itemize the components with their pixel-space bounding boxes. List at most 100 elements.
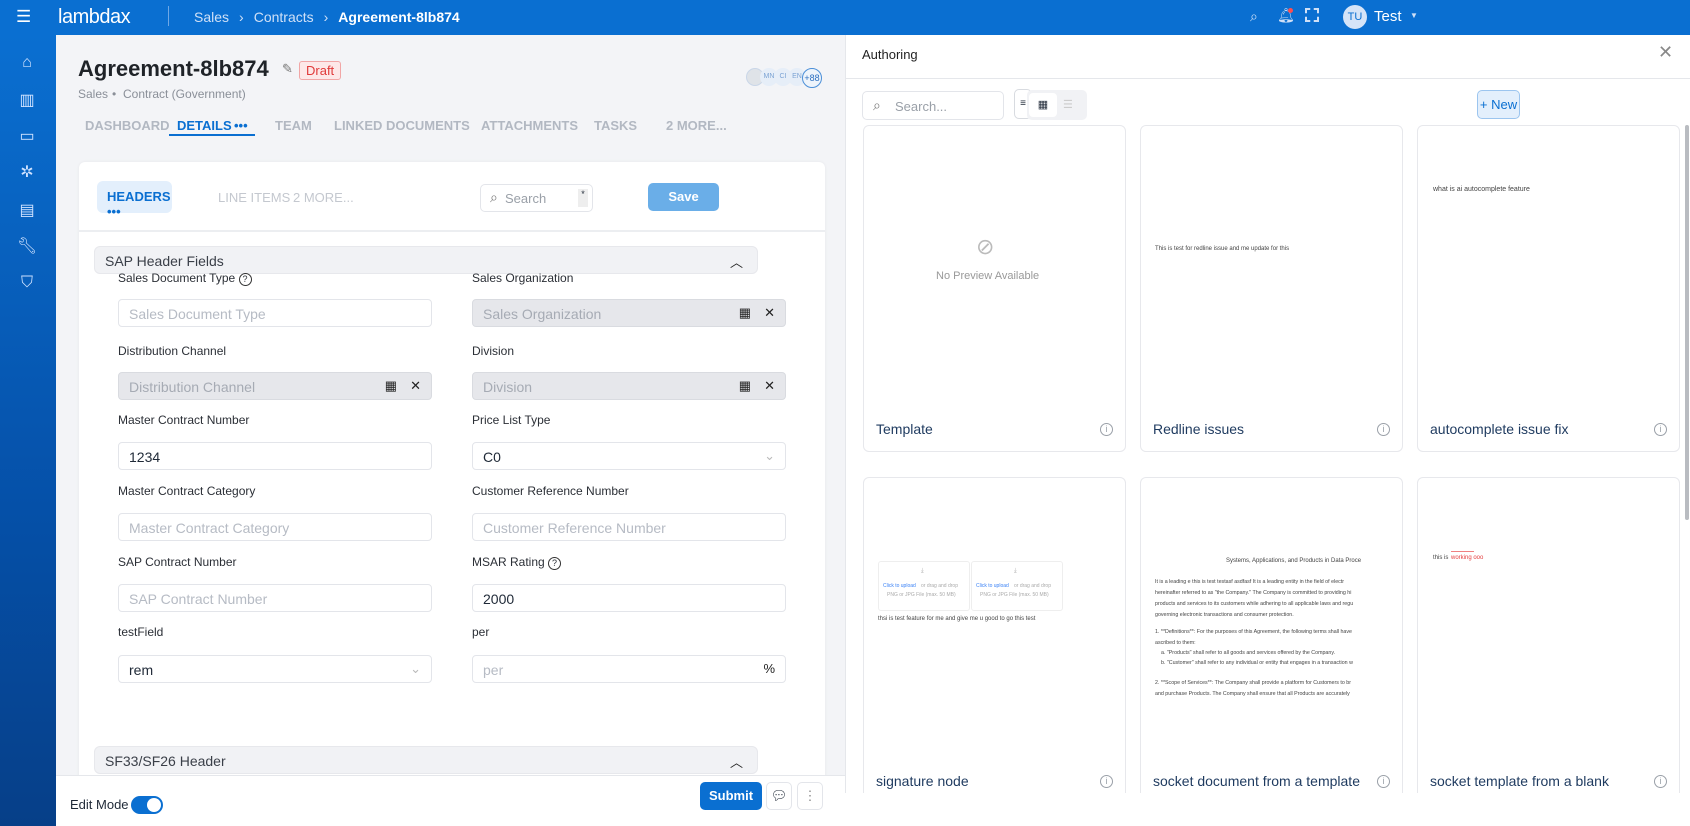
clear-icon[interactable]: ✕ xyxy=(764,305,775,321)
caret-down-icon[interactable]: ▼ xyxy=(1410,11,1418,20)
authoring-search-input[interactable]: ⌕ Search... xyxy=(862,91,1004,120)
sidebar: ⌂ ▥ ▭ ✲ ▤ 🔧︎ ⛉ xyxy=(0,35,56,826)
field-label-text: testField xyxy=(118,625,164,639)
security-icon[interactable]: ⛉ xyxy=(16,272,38,294)
save-changes-button[interactable]: Save Changes xyxy=(648,183,719,232)
field-label-text: Sales Organization xyxy=(472,271,574,285)
price-list-type-field[interactable]: C0 ⌄ xyxy=(472,442,786,470)
search-placeholder: Search... xyxy=(895,99,948,114)
tab-details[interactable]: DETAILS xyxy=(177,118,232,133)
division-field[interactable]: Division ▦ ✕ xyxy=(472,372,786,400)
table-lookup-icon[interactable]: ▦ xyxy=(739,378,751,394)
team-avatars[interactable]: MN CI EN +88 xyxy=(746,68,822,88)
document-icon[interactable]: ▤ xyxy=(16,199,38,221)
help-icon[interactable]: ? xyxy=(238,273,252,286)
tab-dashboard[interactable]: DASHBOARD xyxy=(85,118,170,133)
document-card[interactable]: this is working ooo socket template from a… xyxy=(1417,477,1680,826)
upload-box[interactable]: ⤓ Click to upload or drag and drop PNG or J… xyxy=(971,561,1063,611)
chevron-up-icon[interactable]: ︿ xyxy=(730,752,743,771)
sap-contract-number-field[interactable]: SAP Contract Number xyxy=(118,584,432,612)
subtitle-type: Contract (Government) xyxy=(123,87,246,101)
search-input[interactable]: ⌕ Search * xyxy=(480,184,593,212)
subtab-more[interactable]: 2 MORE... xyxy=(293,190,354,205)
preview-text: and purchase Products. The Company shall… xyxy=(1155,691,1350,697)
document-card[interactable]: ⊘ No Preview Available Template i xyxy=(863,125,1126,452)
master-contract-category-field[interactable]: Master Contract Category xyxy=(118,513,432,541)
preview-text: products and services to its customers w… xyxy=(1155,601,1354,607)
breadcrumb-contracts[interactable]: Contracts xyxy=(254,9,314,25)
table-lookup-icon[interactable]: ▦ xyxy=(385,378,397,394)
msar-rating-field[interactable]: 2000 xyxy=(472,584,786,612)
section-sf33-header[interactable]: SF33/SF26 Header ︿ xyxy=(94,746,758,774)
info-icon[interactable]: i xyxy=(1100,423,1113,436)
field-label-text: Customer Reference Number xyxy=(472,484,629,498)
testfield-field[interactable]: rem ⌄ xyxy=(118,655,432,683)
subtab-label: HEADERS xyxy=(107,189,171,204)
clear-icon[interactable]: ✕ xyxy=(410,378,421,394)
edit-mode-toggle[interactable] xyxy=(131,796,163,814)
field-text: Division xyxy=(483,379,533,395)
subtab-headers[interactable]: HEADERS ••• xyxy=(97,181,172,219)
home-icon[interactable]: ⌂ xyxy=(16,52,38,74)
section-sap-header-fields[interactable]: SAP Header Fields ︿ xyxy=(94,246,758,274)
document-card[interactable]: Systems, Applications, and Products in D… xyxy=(1140,477,1403,826)
details-card: HEADERS ••• LINE ITEMS 2 MORE... ⌕ Searc… xyxy=(79,162,825,782)
preview-text: hereinafter referred to as "the Company.… xyxy=(1155,590,1352,596)
new-button[interactable]: + New xyxy=(1477,90,1520,119)
info-icon[interactable]: i xyxy=(1377,423,1390,436)
sales-document-type-field[interactable]: Sales Document Type xyxy=(118,299,432,327)
grid-view-icon[interactable]: ▦ xyxy=(1029,93,1057,117)
reports-icon[interactable]: ▥ xyxy=(16,89,38,111)
upload-box[interactable]: ⤓ Click to upload or drag and drop PNG or J… xyxy=(878,561,970,611)
top-bar: ☰ lambdax Sales › Contracts › Agreement-8l… xyxy=(0,0,1690,35)
sales-organization-field[interactable]: Sales Organization ▦ ✕ xyxy=(472,299,786,327)
edit-pencil-icon[interactable]: ✎ xyxy=(282,61,293,77)
divider xyxy=(79,230,825,232)
clear-icon[interactable]: ✕ xyxy=(764,378,775,394)
document-card[interactable]: what is ai autocomplete feature autocompl… xyxy=(1417,125,1680,452)
tab-tasks[interactable]: TASKS xyxy=(594,118,637,133)
help-icon[interactable]: ? xyxy=(548,557,562,570)
tab-attachments[interactable]: ATTACHMENTS xyxy=(481,118,578,133)
comment-icon[interactable]: 💬︎ xyxy=(766,782,792,810)
more-vertical-icon[interactable]: ⋮ xyxy=(797,782,823,810)
info-icon[interactable]: i xyxy=(1654,423,1667,436)
chevron-down-icon[interactable]: ⌄ xyxy=(764,448,775,464)
tab-more[interactable]: 2 MORE... xyxy=(666,118,727,133)
info-icon[interactable]: i xyxy=(1100,775,1113,788)
subtab-line-items[interactable]: LINE ITEMS xyxy=(218,190,290,205)
calendar-icon[interactable]: ▭ xyxy=(16,125,38,147)
chevron-up-icon[interactable]: ︿ xyxy=(730,252,743,271)
logo[interactable]: lambdax xyxy=(58,6,131,29)
avatar[interactable]: TU xyxy=(1343,5,1367,29)
table-lookup-icon[interactable]: ▦ xyxy=(739,305,751,321)
breadcrumb-sales[interactable]: Sales xyxy=(194,9,229,25)
network-icon[interactable]: ✲ xyxy=(16,161,38,183)
search-icon[interactable]: ⌕ xyxy=(1250,8,1258,25)
more-dots-icon[interactable]: ••• xyxy=(234,118,248,133)
info-icon[interactable]: i xyxy=(1654,775,1667,788)
menu-icon[interactable]: ☰ xyxy=(16,7,31,27)
document-card[interactable]: ⤓ Click to upload or drag and drop PNG or J… xyxy=(863,477,1126,826)
submit-button[interactable]: Submit xyxy=(700,782,762,810)
distribution-channel-field[interactable]: Distribution Channel ▦ ✕ xyxy=(118,372,432,400)
fullscreen-icon[interactable] xyxy=(1305,8,1319,22)
info-icon[interactable]: i xyxy=(1377,775,1390,788)
preview-text: what is ai autocomplete feature xyxy=(1433,186,1530,193)
master-contract-number-field[interactable]: 1234 xyxy=(118,442,432,470)
user-name[interactable]: Test xyxy=(1374,8,1402,25)
tab-team[interactable]: TEAM xyxy=(275,118,312,133)
tools-icon[interactable]: 🔧︎ xyxy=(16,235,38,257)
tab-linked-documents[interactable]: LINKED DOCUMENTS xyxy=(334,118,470,133)
per-field[interactable]: per% xyxy=(472,655,786,683)
field-label: Sales Organization xyxy=(472,271,573,285)
bottom-bar: Edit Mode Submit 💬︎ ⋮ xyxy=(56,775,845,826)
scrollbar[interactable] xyxy=(1685,125,1689,520)
document-card[interactable]: This is test for redline issue and me up… xyxy=(1140,125,1403,452)
chevron-down-icon[interactable]: ⌄ xyxy=(410,661,421,677)
list-view-icon[interactable]: ☰ xyxy=(1063,93,1073,117)
more-dots-icon[interactable]: ••• xyxy=(107,204,121,219)
eye-off-icon: ⊘ xyxy=(976,234,995,259)
customer-reference-number-field[interactable]: Customer Reference Number xyxy=(472,513,786,541)
close-icon[interactable]: ✕ xyxy=(1658,42,1673,63)
